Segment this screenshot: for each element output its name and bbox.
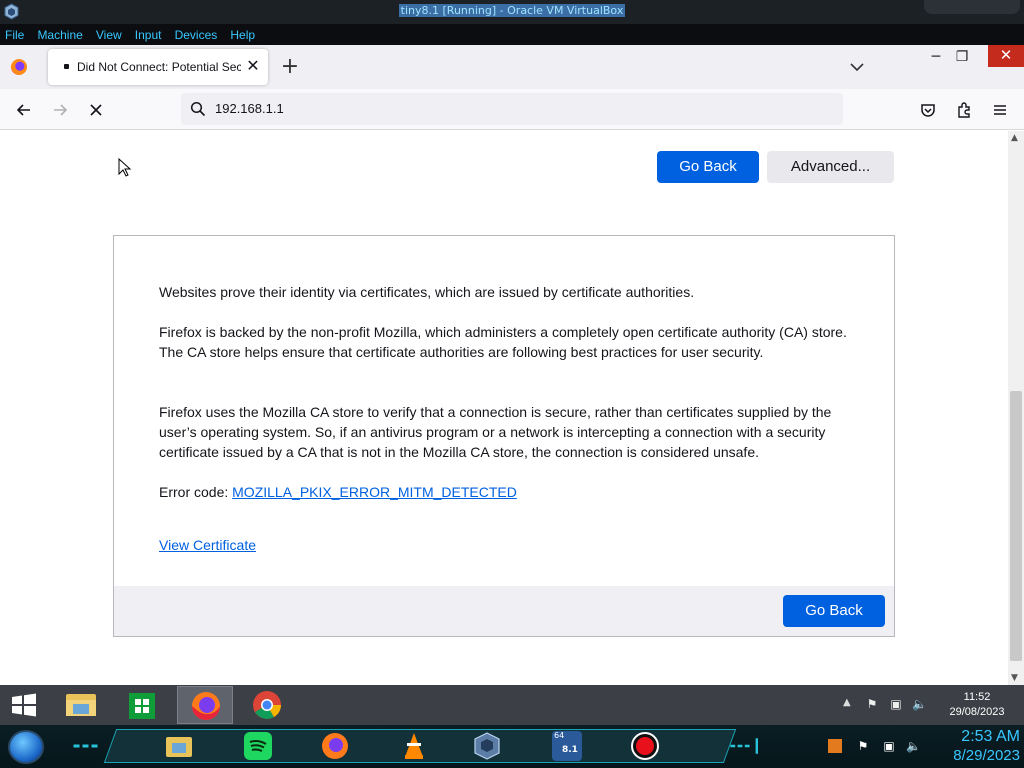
- menu-devices[interactable]: Devices: [170, 25, 221, 42]
- spotify-icon[interactable]: [243, 731, 273, 761]
- host-clock-date: 8/29/2023: [953, 747, 1020, 764]
- host-tray-app-icon[interactable]: [828, 739, 842, 753]
- volume-icon[interactable]: 🔈: [912, 697, 927, 711]
- guest-clock-time: 11:52: [963, 691, 991, 703]
- action-center-flag-icon[interactable]: ⚑: [865, 697, 879, 711]
- host-volume-icon[interactable]: 🔈: [906, 739, 921, 753]
- back-button[interactable]: [14, 100, 34, 120]
- windows-start-icon[interactable]: [8, 693, 40, 717]
- virtualbox-vm-icon[interactable]: 64 8.1: [552, 731, 582, 761]
- vbox-menu-bar: File Machine View Input Devices Help: [0, 24, 1024, 45]
- advanced-button[interactable]: Advanced...: [767, 151, 894, 183]
- show-hidden-icons[interactable]: ▲: [843, 697, 851, 708]
- minimize-button[interactable]: ─: [926, 47, 946, 67]
- hamburger-icon: [994, 105, 1006, 115]
- advanced-panel-footer: Go Back: [114, 586, 894, 636]
- store-icon: [129, 693, 155, 719]
- firefox-icon[interactable]: [11, 59, 27, 75]
- vlc-icon[interactable]: [399, 731, 429, 761]
- taskbar-firefox[interactable]: [177, 686, 233, 724]
- host-clock-time: 2:53 AM: [961, 728, 1020, 745]
- new-tab-button[interactable]: +: [280, 56, 300, 78]
- extensions-button[interactable]: [954, 100, 974, 120]
- tab-strip: Did Not Connect: Potential Security Issu…: [0, 45, 1024, 89]
- firefox-icon[interactable]: [320, 731, 350, 761]
- advanced-panel: Websites prove their identity via certif…: [113, 235, 895, 637]
- stop-icon: [90, 104, 102, 116]
- network-icon[interactable]: ▣: [889, 697, 903, 711]
- app-menu-button[interactable]: [990, 100, 1010, 120]
- stop-button[interactable]: [86, 100, 106, 120]
- puzzle-icon: [958, 102, 970, 118]
- firefox-icon: [192, 692, 220, 720]
- vm-badge-version: 8.1: [562, 745, 578, 755]
- taskbar-store[interactable]: [114, 686, 170, 724]
- forward-button[interactable]: [50, 100, 70, 120]
- guest-screen: Did Not Connect: Potential Security Issu…: [0, 45, 1024, 768]
- certificate-explanation-3: Firefox uses the Mozilla CA store to ver…: [159, 404, 832, 460]
- host-clock[interactable]: 2:53 AM 8/29/2023: [928, 727, 1020, 766]
- guest-clock[interactable]: 11:52 29/08/2023: [938, 690, 1016, 720]
- menu-view[interactable]: View: [91, 25, 125, 42]
- scroll-down-icon[interactable]: ▼: [1011, 673, 1018, 683]
- pocket-icon: [921, 104, 935, 117]
- guest-taskbar: ▲ ⚑ ▣ 🔈 11:52 29/08/2023: [0, 685, 1024, 725]
- search-icon: [190, 101, 206, 117]
- folder-icon: [66, 694, 96, 716]
- menu-machine[interactable]: Machine: [32, 25, 85, 42]
- menu-help[interactable]: Help: [225, 25, 258, 42]
- taskbar-file-explorer[interactable]: [53, 686, 109, 724]
- chrome-icon: [253, 691, 281, 719]
- list-all-tabs-icon[interactable]: [848, 58, 866, 76]
- vbox-window-controls[interactable]: [924, 0, 1020, 14]
- vm-badge-64: 64: [554, 731, 565, 740]
- go-back-button-footer[interactable]: Go Back: [783, 595, 885, 627]
- forward-arrow-icon: [54, 104, 68, 116]
- url-text[interactable]: 192.168.1.1: [215, 101, 284, 116]
- go-back-button[interactable]: Go Back: [657, 151, 759, 183]
- host-start-orb[interactable]: [8, 730, 44, 764]
- certificate-explanation-1: Websites prove their identity via certif…: [159, 284, 695, 300]
- pocket-button[interactable]: [918, 100, 938, 120]
- scrollbar-thumb[interactable]: [1010, 391, 1022, 661]
- back-arrow-icon: [16, 104, 30, 116]
- warning-icon: [64, 64, 69, 69]
- page-content: Go Back Advanced... Websites prove their…: [0, 131, 1008, 685]
- certificate-explanation-2: Firefox is backed by the non-profit Mozi…: [159, 324, 847, 360]
- error-code-label: Error code:: [159, 484, 233, 500]
- host-dock: 64 8.1 ⚑ ▣ 🔈 2:53 AM 8/29/2023: [0, 725, 1024, 768]
- error-code-link[interactable]: MOZILLA_PKIX_ERROR_MITM_DETECTED: [232, 484, 517, 500]
- guest-clock-date: 29/08/2023: [949, 706, 1005, 718]
- close-window-button[interactable]: ✕: [988, 45, 1024, 67]
- tab-active[interactable]: Did Not Connect: Potential Security Issu…: [48, 49, 268, 85]
- dock-decoration-icon-right: [730, 738, 758, 754]
- url-bar[interactable]: 192.168.1.1: [181, 93, 843, 125]
- host-network-icon[interactable]: ▣: [882, 739, 896, 753]
- tab-title: Did Not Connect: Potential Security Issu…: [77, 60, 241, 74]
- scrollbar[interactable]: ▲ ▼: [1008, 131, 1024, 685]
- menu-input[interactable]: Input: [130, 25, 165, 42]
- scroll-up-icon[interactable]: ▲: [1011, 133, 1018, 143]
- restore-button[interactable]: ❐: [952, 47, 972, 67]
- menu-file[interactable]: File: [0, 25, 27, 42]
- taskbar-chrome[interactable]: [239, 686, 295, 724]
- nav-bar: 192.168.1.1: [0, 89, 1024, 130]
- close-tab-icon[interactable]: ✕: [244, 57, 262, 75]
- vbox-window-title: tiny8.1 [Running] - Oracle VM VirtualBox: [398, 4, 626, 17]
- record-icon[interactable]: [630, 731, 660, 761]
- dock-decoration-icon: [73, 744, 98, 748]
- mouse-cursor-icon: [118, 158, 132, 177]
- host-flag-icon[interactable]: ⚑: [856, 739, 870, 753]
- view-certificate-link[interactable]: View Certificate: [159, 537, 256, 553]
- error-code-line: Error code: MOZILLA_PKIX_ERROR_MITM_DETE…: [159, 482, 859, 502]
- virtualbox-dock-icon[interactable]: [472, 731, 502, 761]
- vbox-title-bar: tiny8.1 [Running] - Oracle VM VirtualBox: [0, 0, 1024, 24]
- file-explorer-icon[interactable]: [164, 731, 194, 761]
